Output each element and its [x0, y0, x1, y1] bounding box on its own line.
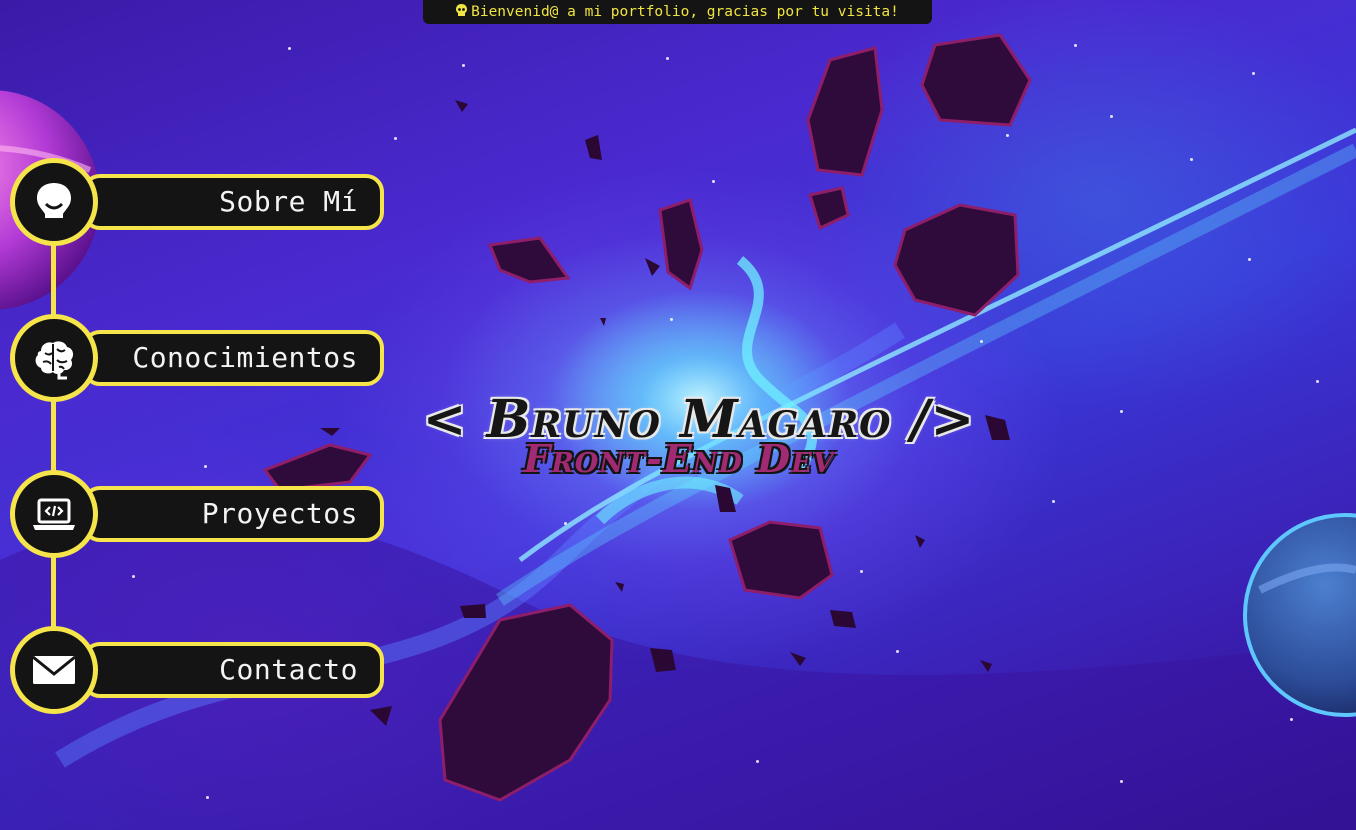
hero-subtitle: Front-End Dev: [523, 436, 835, 481]
nav-item-icon-wrap[interactable]: [10, 470, 98, 558]
nav-item-icon-wrap[interactable]: [10, 158, 98, 246]
nav-item-icon-wrap[interactable]: [10, 314, 98, 402]
nav-connector-line: [51, 200, 56, 670]
envelope-icon: [32, 655, 76, 684]
nav-item-conocimientos[interactable]: Conocimientos: [10, 314, 384, 402]
nav-item-icon-wrap[interactable]: [10, 626, 98, 714]
welcome-notice-text: Bienvenid@ a mi portfolio, gracias por t…: [471, 4, 899, 20]
nav-item-label[interactable]: Contacto: [82, 642, 384, 698]
nav-item-proyectos[interactable]: Proyectos: [10, 470, 384, 558]
laptop-code-icon: [33, 498, 75, 530]
nav-item-contacto[interactable]: Contacto: [10, 626, 384, 714]
alien-icon: [37, 183, 71, 222]
skull-icon: [456, 1, 468, 25]
nav-item-label[interactable]: Sobre Mí: [82, 174, 384, 230]
nav-item-sobre-mi[interactable]: Sobre Mí: [10, 158, 384, 246]
brain-icon: [35, 341, 74, 380]
nav-item-label[interactable]: Conocimientos: [82, 330, 384, 386]
nav-item-label[interactable]: Proyectos: [82, 486, 384, 542]
welcome-notice: Bienvenid@ a mi portfolio, gracias por t…: [423, 0, 932, 24]
